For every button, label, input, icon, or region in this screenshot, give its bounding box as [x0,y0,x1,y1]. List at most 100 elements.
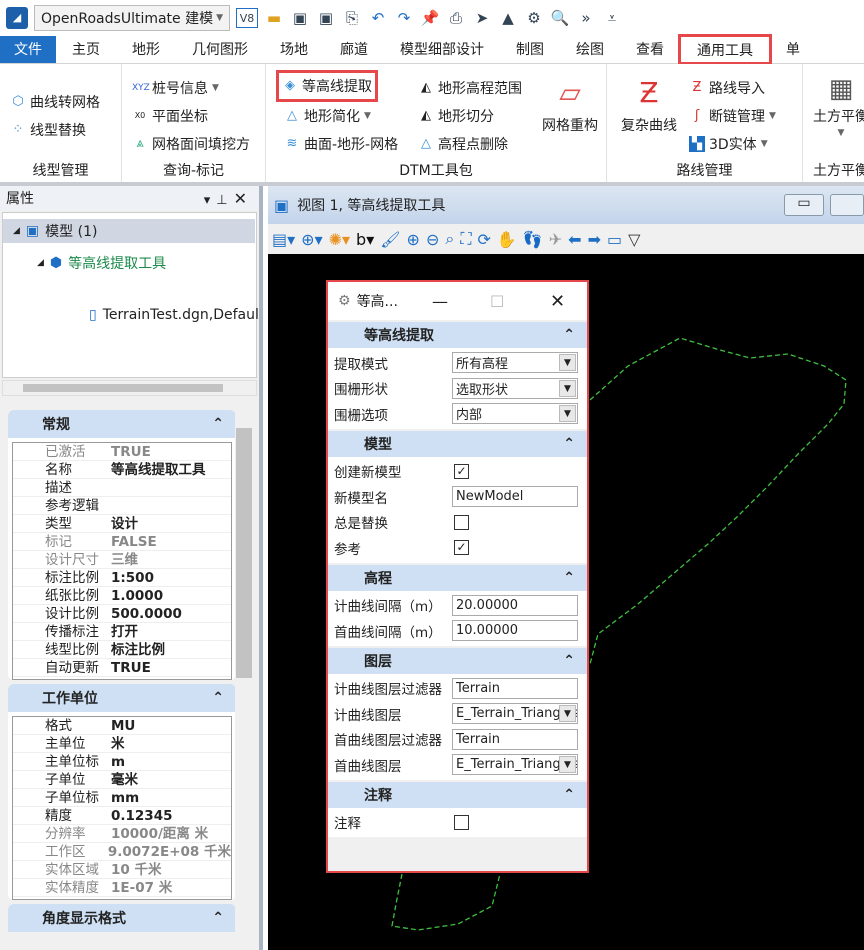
property-row[interactable]: 已激活 TRUE [13,443,231,461]
zoom-out-icon[interactable]: ⊖ [426,230,439,249]
properties-icon[interactable]: ⎘ [342,8,362,28]
property-row[interactable]: 传播标注 打开 [13,623,231,641]
terrain-simplify-button[interactable]: △ 地形简化 ▼ [284,106,371,126]
field-dropdown[interactable]: E_Terrain_Triangles ▼ [452,703,578,725]
field-input[interactable]: Terrain [452,677,578,699]
terrain-elevation-range-button[interactable]: ◭ 地形高程范围 [418,78,522,98]
plane-coord-button[interactable]: X0 平面坐标 [132,106,208,126]
view-attributes-icon[interactable]: ▤▾ [272,230,295,249]
copy-view-icon[interactable]: ▭ [607,230,622,249]
property-row[interactable]: 设计比例 500.0000 [13,605,231,623]
minimize-button[interactable]: — [432,292,448,311]
section-header[interactable]: 注释 ⌃ [328,781,587,808]
more-icon[interactable]: » [576,8,596,28]
redo-icon[interactable]: ↷ [394,8,414,28]
property-row[interactable]: 精度 0.12345 [13,807,231,825]
property-row[interactable]: 实体区域 10 千米 [13,861,231,879]
pin-icon[interactable]: 📌 [420,8,440,28]
collapse-icon[interactable]: ⌃ [563,327,575,343]
chain-break-button[interactable]: ʃ 断链管理 ▼ [689,106,776,126]
elevation-point-delete-button[interactable]: △ 高程点删除 [418,134,508,154]
tab-corridor[interactable]: 廊道 [324,36,384,63]
tab-model-detailing[interactable]: 模型细部设计 [384,36,500,63]
cut-fill-button[interactable]: ⩓ 网格面间填挖方 [132,134,250,154]
tab-general-tools[interactable]: 通用工具 [678,34,772,65]
undo-icon[interactable]: ↶ [368,8,388,28]
field-input[interactable]: Terrain [452,728,578,750]
element-icon[interactable]: ▲ [498,8,518,28]
workspace-dropdown[interactable]: OpenRoadsUltimate 建模 ▼ [34,5,230,31]
property-row[interactable]: 子单位标 mm [13,789,231,807]
collapse-icon[interactable]: ⌃ [563,436,575,452]
property-row[interactable]: 线型比例 标注比例 [13,641,231,659]
close-button[interactable]: ✕ [550,291,565,312]
property-row[interactable]: 标记 FALSE [13,533,231,551]
section-header[interactable]: 角度显示格式 ⌃ [8,904,236,932]
reference-checkbox[interactable]: ✓ [454,540,469,556]
tab-site[interactable]: 场地 [264,36,324,63]
minimize-button[interactable]: ▭ [784,194,824,216]
fly-icon[interactable]: ✈ [549,230,562,249]
property-row[interactable]: 实体精度 1E-07 米 [13,879,231,897]
chevron-down-icon[interactable]: ▼ [559,405,576,423]
view-rotate-3d-icon[interactable]: ▽ [628,230,640,249]
fit-view-icon[interactable]: ⛶ [460,229,471,249]
surface-terrain-mesh-button[interactable]: ≋ 曲面-地形-网格 [284,134,399,154]
collapse-icon[interactable]: ⌃ [212,690,224,706]
save-settings-icon[interactable]: ▣ [316,8,336,28]
property-row[interactable]: 自动更新 TRUE [13,659,231,677]
select-arrow-icon[interactable]: ➤ [472,8,492,28]
tab-more[interactable]: 单 [770,36,816,63]
property-row[interactable]: 分辨率 10000/距离 米 [13,825,231,843]
always-replace-checkbox[interactable] [454,514,469,530]
section-header[interactable]: 等高线提取 ⌃ [328,322,587,348]
section-header[interactable]: 常规 ⌃ [8,410,236,438]
property-row[interactable]: 纸张比例 1.0000 [13,587,231,605]
tree-item-file[interactable]: ▯ TerrainTest.dgn,Defaul [89,307,259,323]
tab-geometry[interactable]: 几何图形 [176,36,264,63]
restore-button[interactable] [830,194,864,216]
section-header[interactable]: 模型 ⌃ [328,430,587,457]
chevron-down-icon[interactable]: ▼ [559,379,576,397]
collapse-icon[interactable]: ⌃ [563,787,575,803]
terrain-split-button[interactable]: ◭ 地形切分 [418,106,494,126]
property-row[interactable]: 参考逻辑 [13,497,231,515]
horizontal-scrollbar[interactable] [2,380,257,396]
tab-view[interactable]: 查看 [620,36,680,63]
pin-icon[interactable]: ⊥ [216,193,233,208]
property-row[interactable]: 格式 MU [13,717,231,735]
maximize-button[interactable]: ☐ [490,292,504,311]
collapse-icon[interactable]: ⌃ [212,416,224,432]
window-area-icon[interactable]: ⌕ [445,229,454,249]
bing-icon[interactable]: b▾ [356,230,374,249]
station-info-button[interactable]: XYZ 桩号信息 ▼ [132,78,219,98]
rotate-view-icon[interactable]: ⟳ [478,230,491,249]
collapse-icon[interactable]: ⌃ [563,570,575,586]
field-dropdown[interactable]: E_Terrain_Triangles ▼ [452,754,578,776]
chevron-down-icon[interactable]: ▼ [559,756,576,774]
brush-icon[interactable]: 🖌 [380,230,400,249]
tree-item-contour-tool[interactable]: ◢ ⬢ 等高线提取工具 [37,253,166,273]
search-icon[interactable]: 🔍 [550,8,570,28]
close-icon[interactable]: ✕ [234,189,253,208]
property-row[interactable]: 主单位标 m [13,753,231,771]
field-dropdown[interactable]: 内部 ▼ [452,403,578,425]
tab-home[interactable]: 主页 [56,36,116,63]
curve-to-mesh-button[interactable]: ⬡ 曲线转网格 [10,92,100,112]
field-input[interactable]: 20.00000 [452,594,578,616]
section-header[interactable]: 工作单位 ⌃ [8,684,236,712]
collapse-icon[interactable]: ⌃ [212,910,224,926]
lighting-icon[interactable]: ✺▾ [329,230,350,249]
field-dropdown[interactable]: 选取形状 ▼ [452,377,578,399]
property-row[interactable]: 子单位 毫米 [13,771,231,789]
linestyle-replace-button[interactable]: ⁘ 线型替换 [10,120,86,140]
complex-curve-button[interactable]: Ƶ 复杂曲线 [621,76,677,135]
chevron-down-icon[interactable]: ▼ [559,354,576,372]
tab-drawing-production[interactable]: 制图 [500,36,560,63]
open-folder-icon[interactable]: ▬ [264,8,284,28]
collapse-icon[interactable]: ⌃ [563,653,575,669]
view-previous-icon[interactable]: ⬅ [568,230,581,249]
create-new-model-checkbox[interactable]: ✓ [454,463,469,479]
customize-icon[interactable]: ⩡ [602,8,622,28]
alignment-import-button[interactable]: Ƶ 路线导入 [689,78,765,98]
